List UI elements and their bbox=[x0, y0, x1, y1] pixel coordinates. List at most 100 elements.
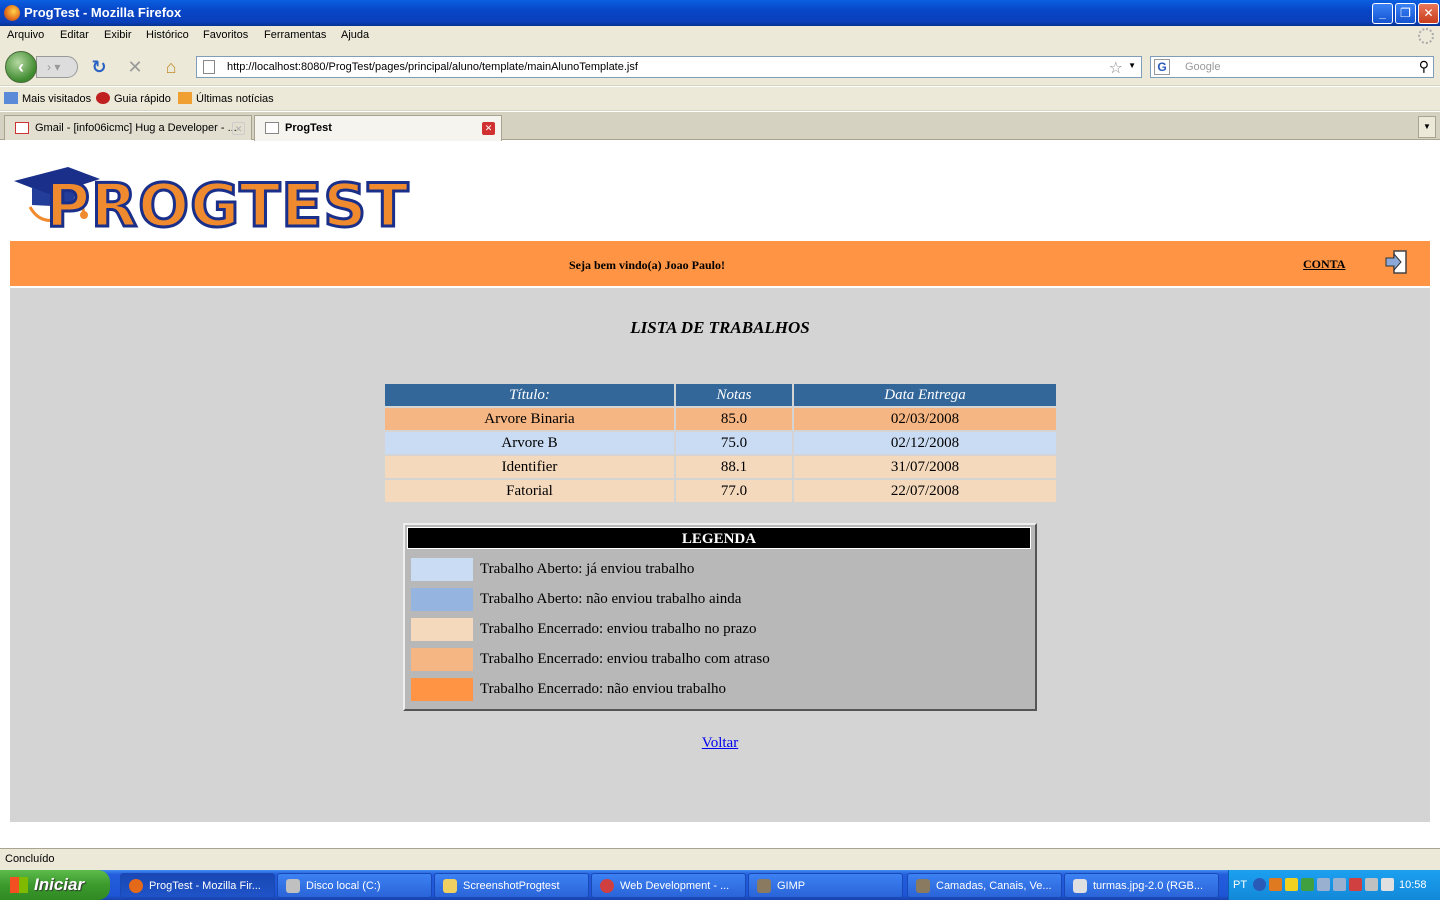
tab-list-button[interactable]: ▼ bbox=[1418, 116, 1436, 138]
logout-icon[interactable] bbox=[1384, 249, 1410, 275]
minimize-button[interactable]: _ bbox=[1372, 3, 1393, 24]
legend-swatch bbox=[411, 588, 473, 611]
navigation-toolbar: › ▾ ‹ ↻ ✕ ⌂ http://localhost:8080/ProgTe… bbox=[0, 46, 1440, 86]
task-camadas[interactable]: Camadas, Canais, Ve... bbox=[907, 873, 1062, 898]
progtest-logo: PROGTEST bbox=[10, 155, 450, 243]
firefox-icon bbox=[129, 879, 143, 893]
legend-box: LEGENDA Trabalho Aberto: já enviou traba… bbox=[403, 523, 1037, 711]
tab-gmail[interactable]: Gmail - [info06icmc] Hug a Developer - .… bbox=[4, 115, 252, 140]
google-icon[interactable]: G bbox=[1154, 59, 1170, 75]
tray-app-icon[interactable] bbox=[1269, 878, 1282, 891]
table-row[interactable]: Arvore B 75.0 02/12/2008 bbox=[385, 432, 1056, 454]
menu-editar[interactable]: Editar bbox=[60, 29, 89, 41]
menu-exibir[interactable]: Exibir bbox=[104, 29, 132, 41]
table-row[interactable]: Fatorial 77.0 22/07/2008 bbox=[385, 480, 1056, 502]
table-row[interactable]: Arvore Binaria 85.0 02/03/2008 bbox=[385, 408, 1056, 430]
menu-ferramentas[interactable]: Ferramentas bbox=[264, 29, 326, 41]
back-link-container: Voltar bbox=[10, 735, 1430, 752]
header-titulo: Título: bbox=[385, 384, 674, 406]
page-content: PROGTEST Seja bem vindo(a) Joao Paulo! C… bbox=[0, 141, 1440, 848]
tab-strip: Gmail - [info06icmc] Hug a Developer - .… bbox=[0, 112, 1440, 141]
folder-icon bbox=[443, 879, 457, 893]
back-link[interactable]: Voltar bbox=[702, 735, 738, 751]
task-progtest[interactable]: ProgTest - Mozilla Fir... bbox=[120, 873, 275, 898]
browser-icon bbox=[600, 879, 614, 893]
gimp-icon bbox=[757, 879, 771, 893]
tab-progtest[interactable]: ProgTest ✕ bbox=[254, 115, 502, 141]
maximize-button[interactable]: ❐ bbox=[1395, 3, 1416, 24]
task-turmas-jpg[interactable]: turmas.jpg-2.0 (RGB... bbox=[1064, 873, 1219, 898]
system-tray: PT 10:58 bbox=[1228, 870, 1440, 900]
stop-icon[interactable]: ✕ bbox=[125, 57, 145, 77]
menu-arquivo[interactable]: Arquivo bbox=[7, 29, 44, 41]
menu-ajuda[interactable]: Ajuda bbox=[341, 29, 369, 41]
clock: 10:58 bbox=[1399, 879, 1427, 891]
taskbar: Iniciar ProgTest - Mozilla Fir... Disco … bbox=[0, 870, 1440, 900]
header-bar: Seja bem vindo(a) Joao Paulo! CONTA bbox=[10, 241, 1430, 286]
window-titlebar[interactable]: ProgTest - Mozilla Firefox _ ❐ ✕ bbox=[0, 0, 1440, 26]
search-icon[interactable]: ⚲ bbox=[1419, 58, 1429, 75]
shield-icon[interactable] bbox=[1285, 878, 1298, 891]
tab-label: Gmail - [info06icmc] Hug a Developer - .… bbox=[35, 122, 237, 134]
url-text: http://localhost:8080/ProgTest/pages/pri… bbox=[227, 61, 638, 73]
cell-data: 02/12/2008 bbox=[794, 432, 1056, 454]
table-row[interactable]: Identifier 88.1 31/07/2008 bbox=[385, 456, 1056, 478]
cell-titulo: Fatorial bbox=[385, 480, 674, 502]
language-indicator[interactable]: PT bbox=[1233, 879, 1247, 891]
tray-arrow-icon[interactable] bbox=[1253, 878, 1266, 891]
bookmark-mais-visitados[interactable]: Mais visitados bbox=[4, 92, 91, 105]
url-bar[interactable]: http://localhost:8080/ProgTest/pages/pri… bbox=[196, 56, 1142, 78]
task-web-development[interactable]: Web Development - ... bbox=[591, 873, 746, 898]
cell-nota: 88.1 bbox=[676, 456, 792, 478]
close-button[interactable]: ✕ bbox=[1418, 3, 1439, 24]
status-bar: Concluído bbox=[0, 848, 1440, 870]
cell-nota: 85.0 bbox=[676, 408, 792, 430]
image-window-icon bbox=[1073, 879, 1087, 893]
drive-icon bbox=[286, 879, 300, 893]
search-placeholder: Google bbox=[1185, 61, 1221, 73]
gmail-icon bbox=[15, 122, 29, 134]
bookmark-star-icon[interactable]: ☆ bbox=[1109, 58, 1123, 78]
legend-label: Trabalho Encerrado: enviou trabalho com … bbox=[480, 651, 770, 667]
back-button[interactable]: ‹ bbox=[5, 51, 37, 83]
cell-data: 31/07/2008 bbox=[794, 456, 1056, 478]
assignments-table: Título: Notas Data Entrega Arvore Binari… bbox=[383, 382, 1058, 504]
legend-label: Trabalho Encerrado: enviou trabalho no p… bbox=[480, 621, 757, 637]
forward-button[interactable]: › ▾ bbox=[36, 56, 78, 78]
bookmark-guia-rapido[interactable]: Guia rápido bbox=[96, 92, 171, 105]
legend-swatch bbox=[411, 558, 473, 581]
close-tab-icon[interactable]: ✕ bbox=[232, 122, 245, 135]
cell-nota: 75.0 bbox=[676, 432, 792, 454]
bookmarks-toolbar: Mais visitados Guia rápido Últimas notíc… bbox=[0, 87, 1440, 111]
task-gimp[interactable]: GIMP bbox=[748, 873, 903, 898]
window-title: ProgTest - Mozilla Firefox bbox=[24, 5, 182, 20]
start-button[interactable]: Iniciar bbox=[0, 870, 110, 900]
legend-label: Trabalho Encerrado: não enviou trabalho bbox=[480, 681, 727, 697]
search-bar[interactable]: G Google ⚲ bbox=[1150, 56, 1434, 78]
rss-icon bbox=[178, 92, 192, 104]
bookmark-ultimas-noticias[interactable]: Últimas notícias bbox=[178, 92, 274, 105]
task-screenshot-folder[interactable]: ScreenshotProgtest bbox=[434, 873, 589, 898]
home-icon[interactable]: ⌂ bbox=[161, 57, 181, 77]
page-icon bbox=[265, 122, 279, 134]
tray-app-icon[interactable] bbox=[1381, 878, 1394, 891]
account-link[interactable]: CONTA bbox=[1303, 257, 1345, 272]
task-disco-local[interactable]: Disco local (C:) bbox=[277, 873, 432, 898]
reload-icon[interactable]: ↻ bbox=[89, 57, 109, 77]
menu-historico[interactable]: Histórico bbox=[146, 29, 189, 41]
legend-title: LEGENDA bbox=[407, 527, 1031, 549]
close-tab-icon[interactable]: ✕ bbox=[482, 122, 495, 135]
cell-titulo: Identifier bbox=[385, 456, 674, 478]
firefox-icon bbox=[4, 5, 20, 21]
legend-label: Trabalho Aberto: já enviou trabalho bbox=[480, 561, 695, 577]
network-icon[interactable] bbox=[1317, 878, 1330, 891]
tray-app-icon[interactable] bbox=[1301, 878, 1314, 891]
menu-favoritos[interactable]: Favoritos bbox=[203, 29, 248, 41]
url-dropdown-icon[interactable]: ▼ bbox=[1128, 61, 1136, 70]
welcome-text: Seja bem vindo(a) Joao Paulo! bbox=[569, 258, 725, 272]
network-icon[interactable] bbox=[1333, 878, 1346, 891]
cell-titulo: Arvore Binaria bbox=[385, 408, 674, 430]
tray-app-icon[interactable] bbox=[1349, 878, 1362, 891]
volume-icon[interactable] bbox=[1365, 878, 1378, 891]
page-title: LISTA DE TRABALHOS bbox=[630, 318, 810, 337]
